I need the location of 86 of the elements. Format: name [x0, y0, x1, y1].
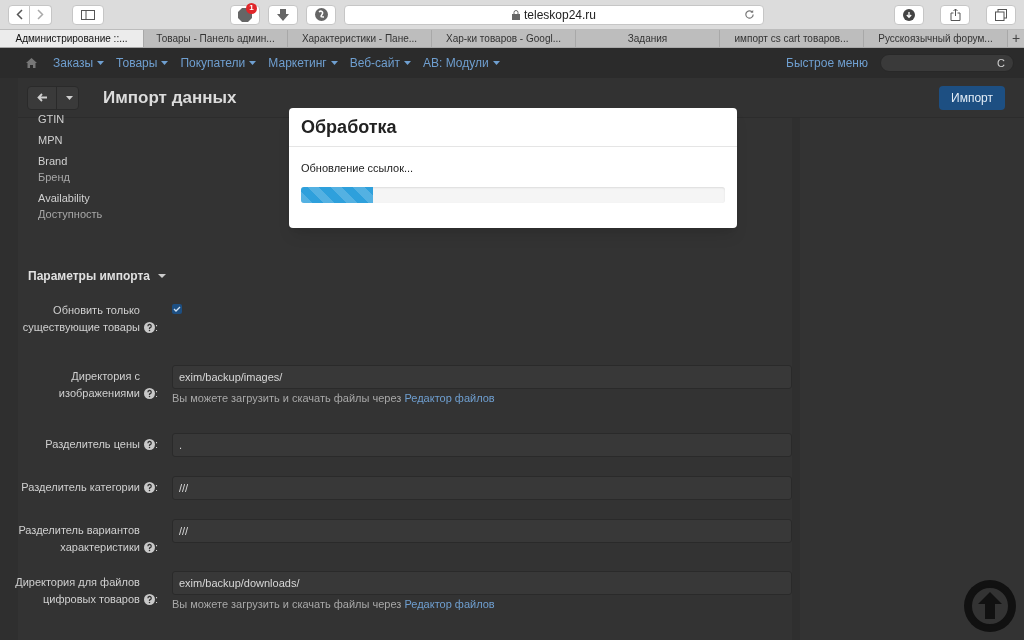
- nav-menu-item[interactable]: AB: Модули: [422, 54, 500, 72]
- nav-menu-item[interactable]: Маркетинг: [268, 54, 338, 72]
- browser-tab[interactable]: Хар-ки товаров - Googl...: [432, 30, 576, 47]
- notification-badge: 1: [246, 2, 257, 14]
- home-icon[interactable]: [26, 58, 37, 68]
- field-name: Brand: [38, 155, 68, 168]
- tabs-icon: [995, 8, 1007, 21]
- sidebar-button[interactable]: [72, 4, 104, 25]
- help-icon[interactable]: [143, 388, 155, 399]
- chevron-right-icon: [37, 9, 44, 20]
- status-message: Обновление ссылок...: [301, 161, 415, 176]
- text-input[interactable]: ///: [172, 476, 792, 500]
- quick-menu-link[interactable]: Быстрое меню: [786, 54, 868, 72]
- text-input[interactable]: .: [172, 433, 792, 457]
- downloads-button[interactable]: [894, 4, 924, 25]
- setting-label: Разделитель вариантов характеристики: [17, 523, 140, 555]
- nav-menu-item[interactable]: Веб-сайт: [349, 54, 411, 72]
- checkbox[interactable]: [172, 304, 182, 314]
- label-colon: :: [154, 480, 158, 495]
- dialog-title: Обработка: [301, 115, 397, 139]
- adblock-button[interactable]: 1: [230, 4, 260, 25]
- import-button[interactable]: Импорт: [939, 85, 1005, 110]
- url-text: teleskop24.ru: [523, 6, 596, 24]
- setting-label: Разделитель категории: [21, 480, 140, 495]
- setting-label: Разделитель цены: [45, 437, 140, 452]
- search-field[interactable]: C: [880, 54, 1014, 72]
- download-button[interactable]: [268, 4, 298, 25]
- share-button[interactable]: [940, 4, 970, 25]
- caret-icon: [403, 61, 411, 65]
- download-circle-icon: [903, 8, 915, 21]
- sidebar-icon: [81, 9, 95, 20]
- chevron-left-icon: [15, 9, 23, 20]
- setting-label: Директория для файлов цифровых товаров: [14, 575, 140, 607]
- caret-down-icon: [158, 272, 167, 280]
- label-colon: :: [154, 437, 158, 452]
- caret-icon: [161, 61, 169, 65]
- field-description: Доступность: [38, 208, 103, 221]
- share-icon: [949, 8, 961, 21]
- page-title: Импорт данных: [103, 86, 237, 109]
- nav-menu-item[interactable]: Покупатели: [180, 54, 257, 72]
- arrow-up-icon: [970, 586, 1010, 626]
- field-description: Бренд: [38, 171, 70, 184]
- arrow-left-icon: [37, 93, 47, 102]
- help-icon[interactable]: [143, 482, 155, 493]
- field-name: MPN: [38, 134, 63, 147]
- hint-text: Вы можете загрузить и скачать файлы через: [172, 392, 402, 404]
- label-colon: :: [154, 320, 158, 335]
- help-icon[interactable]: [143, 542, 155, 553]
- lock-icon: [511, 9, 520, 20]
- nav-menu-item[interactable]: Заказы: [53, 54, 105, 72]
- label-colon: :: [154, 592, 158, 607]
- section-header[interactable]: Параметры импорта: [28, 267, 167, 285]
- setting-label: Обновить только существующие товары: [21, 303, 140, 335]
- file-editor-link[interactable]: Редактор файлов: [404, 598, 495, 610]
- caret-icon: [97, 61, 105, 65]
- field-name: GTIN: [38, 113, 65, 126]
- address-bar[interactable]: teleskop24.ru: [344, 4, 764, 25]
- help-icon[interactable]: [143, 594, 155, 605]
- check-icon: [173, 306, 181, 312]
- extension-button[interactable]: [306, 4, 336, 25]
- help-icon[interactable]: [143, 439, 155, 450]
- caret-icon: [66, 95, 73, 100]
- reload-icon[interactable]: [744, 9, 755, 20]
- browser-tab[interactable]: Русскоязычный форум...: [864, 30, 1008, 47]
- help-icon[interactable]: [143, 322, 155, 333]
- field-name: Availability: [38, 192, 90, 205]
- new-tab-button[interactable]: +: [1008, 30, 1024, 47]
- nav-menu-item[interactable]: Товары: [116, 54, 169, 72]
- caret-icon: [492, 61, 500, 65]
- tabs-overview-button[interactable]: [986, 4, 1016, 25]
- browser-tab[interactable]: Администрирование ::...: [0, 30, 144, 47]
- browser-tab[interactable]: импорт cs cart товаров...: [720, 30, 864, 47]
- label-colon: :: [154, 386, 158, 401]
- browser-tab[interactable]: Задания: [576, 30, 720, 47]
- browser-tab[interactable]: Характеристики - Пане...: [288, 30, 432, 47]
- caret-icon: [330, 61, 338, 65]
- hint-text: Вы можете загрузить и скачать файлы через: [172, 598, 402, 610]
- label-colon: :: [154, 540, 158, 555]
- text-input[interactable]: exim/backup/images/: [172, 365, 792, 389]
- caret-icon: [249, 61, 257, 65]
- arrow-down-icon: [277, 8, 289, 21]
- file-editor-link[interactable]: Редактор файлов: [404, 392, 495, 404]
- setting-label: Директория с изображениями: [57, 369, 140, 401]
- browser-tab[interactable]: Товары - Панель админ...: [144, 30, 288, 47]
- text-input[interactable]: ///: [172, 519, 792, 543]
- text-input[interactable]: exim/backup/downloads/: [172, 571, 792, 595]
